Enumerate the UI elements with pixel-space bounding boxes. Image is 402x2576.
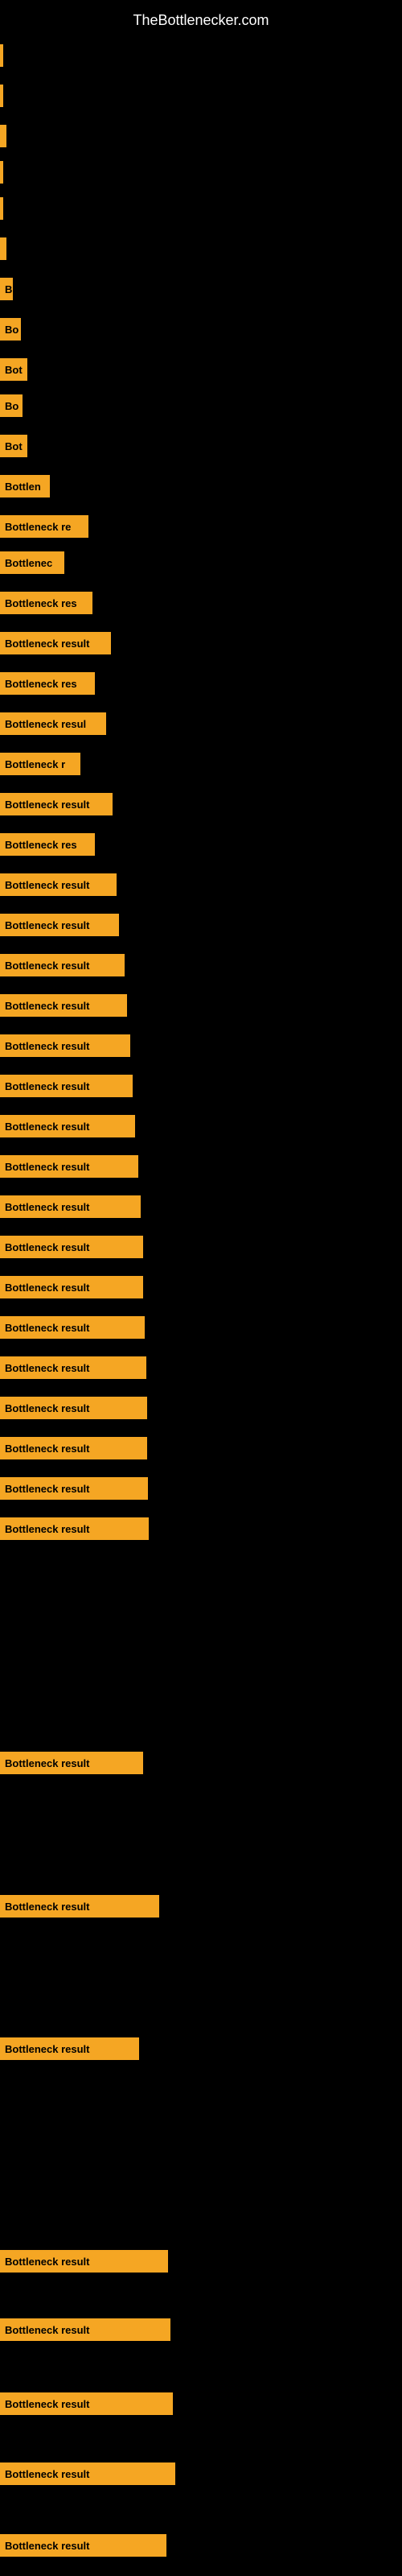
bar-row <box>0 161 402 184</box>
bottleneck-bar: Bottleneck result <box>0 1236 143 1258</box>
bottleneck-bar: Bot <box>0 435 27 457</box>
bar-row: Bottleneck result <box>0 1752 402 1774</box>
bar-row: Bottleneck res <box>0 833 402 856</box>
bottleneck-bar: Bottleneck result <box>0 1437 147 1459</box>
bar-row: Bottleneck result <box>0 2037 402 2060</box>
bar-row: Bottleneck result <box>0 1236 402 1258</box>
bottleneck-bar: Bottleneck result <box>0 1356 146 1379</box>
bar-row: Bottleneck resul <box>0 712 402 735</box>
bottleneck-bar: Bottleneck result <box>0 1115 135 1137</box>
bar-row: B <box>0 278 402 300</box>
bar-row: Bottleneck result <box>0 1356 402 1379</box>
bottleneck-bar: Bottleneck result <box>0 954 125 976</box>
bar-row <box>0 125 402 147</box>
bottleneck-bar: Bottleneck result <box>0 1477 148 1500</box>
bar-row: Bottleneck result <box>0 954 402 976</box>
bar-row: Bottleneck res <box>0 592 402 614</box>
bottleneck-bar: Bottlenec <box>0 551 64 574</box>
bottleneck-bar: Bottleneck result <box>0 1517 149 1540</box>
bottleneck-bar: Bottleneck result <box>0 1752 143 1774</box>
bar-row: Bottlen <box>0 475 402 497</box>
bar-row <box>0 44 402 67</box>
bottleneck-bar <box>0 197 3 220</box>
bar-row: Bot <box>0 358 402 381</box>
bar-row: Bot <box>0 435 402 457</box>
bar-row: Bottleneck result <box>0 2392 402 2415</box>
bar-row: Bottleneck result <box>0 1276 402 1298</box>
bar-row: Bottleneck result <box>0 873 402 896</box>
bottleneck-bar: Bottleneck result <box>0 1316 145 1339</box>
bottleneck-bar: Bottleneck result <box>0 2462 175 2485</box>
bottleneck-bar: Bottlen <box>0 475 50 497</box>
bar-row: Bottleneck result <box>0 1477 402 1500</box>
bottleneck-bar: Bottleneck result <box>0 994 127 1017</box>
bar-row: Bottleneck result <box>0 2462 402 2485</box>
bar-row <box>0 237 402 260</box>
bottleneck-bar: Bottleneck result <box>0 2318 170 2341</box>
bar-row: Bottleneck result <box>0 1895 402 1918</box>
bottleneck-bar <box>0 125 6 147</box>
bar-row: Bottleneck r <box>0 753 402 775</box>
bottleneck-bar: Bottleneck result <box>0 1075 133 1097</box>
bar-row: Bottleneck res <box>0 672 402 695</box>
bottleneck-bar: Bottleneck result <box>0 1155 138 1178</box>
bar-row: Bottleneck result <box>0 1034 402 1057</box>
bottleneck-bar: Bottleneck result <box>0 2534 166 2557</box>
bar-row: Bottleneck result <box>0 1075 402 1097</box>
bottleneck-bar: Bottleneck res <box>0 592 92 614</box>
bottleneck-bar <box>0 237 6 260</box>
bottleneck-bar: Bottleneck result <box>0 632 111 654</box>
bottleneck-bar: Bottleneck result <box>0 1195 141 1218</box>
bottleneck-bar: Bottleneck result <box>0 914 119 936</box>
bar-row: Bottleneck result <box>0 2534 402 2557</box>
bar-row: Bottleneck result <box>0 632 402 654</box>
bar-row: Bottleneck re <box>0 515 402 538</box>
bar-row <box>0 197 402 220</box>
bottleneck-bar: Bottleneck res <box>0 833 95 856</box>
bar-row: Bottleneck result <box>0 1437 402 1459</box>
bar-row: Bottleneck result <box>0 793 402 815</box>
bar-row: Bo <box>0 394 402 417</box>
bottleneck-bar: B <box>0 278 13 300</box>
bottleneck-bar: Bottleneck result <box>0 1276 143 1298</box>
bar-row: Bottlenec <box>0 551 402 574</box>
bar-row: Bottleneck result <box>0 2250 402 2273</box>
bottleneck-bar: Bottleneck resul <box>0 712 106 735</box>
bottleneck-bar: Bottleneck result <box>0 2250 168 2273</box>
bar-row: Bottleneck result <box>0 1195 402 1218</box>
bar-row: Bo <box>0 318 402 341</box>
bar-row <box>0 85 402 107</box>
bar-row: Bottleneck result <box>0 1115 402 1137</box>
bottleneck-bar: Bottleneck re <box>0 515 88 538</box>
bar-row: Bottleneck result <box>0 1517 402 1540</box>
bottleneck-bar: Bottleneck result <box>0 2037 139 2060</box>
bottleneck-bar: Bottleneck result <box>0 793 113 815</box>
bottleneck-bar: Bottleneck r <box>0 753 80 775</box>
bar-row: Bottleneck result <box>0 2318 402 2341</box>
bottleneck-bar <box>0 85 3 107</box>
bottleneck-bar: Bottleneck result <box>0 1034 130 1057</box>
bar-row: Bottleneck result <box>0 1316 402 1339</box>
bottleneck-bar: Bottleneck result <box>0 1895 159 1918</box>
bottleneck-bar: Bo <box>0 318 21 341</box>
bottleneck-bar <box>0 44 3 67</box>
bar-row: Bottleneck result <box>0 1155 402 1178</box>
bottleneck-bar: Bottleneck res <box>0 672 95 695</box>
bottleneck-bar: Bo <box>0 394 23 417</box>
bottleneck-bar: Bottleneck result <box>0 873 117 896</box>
bottleneck-bar <box>0 161 3 184</box>
site-title: TheBottlenecker.com <box>0 4 402 37</box>
bottleneck-bar: Bot <box>0 358 27 381</box>
bar-row: Bottleneck result <box>0 914 402 936</box>
bottleneck-bar: Bottleneck result <box>0 1397 147 1419</box>
bar-row: Bottleneck result <box>0 1397 402 1419</box>
bar-row: Bottleneck result <box>0 994 402 1017</box>
bottleneck-bar: Bottleneck result <box>0 2392 173 2415</box>
